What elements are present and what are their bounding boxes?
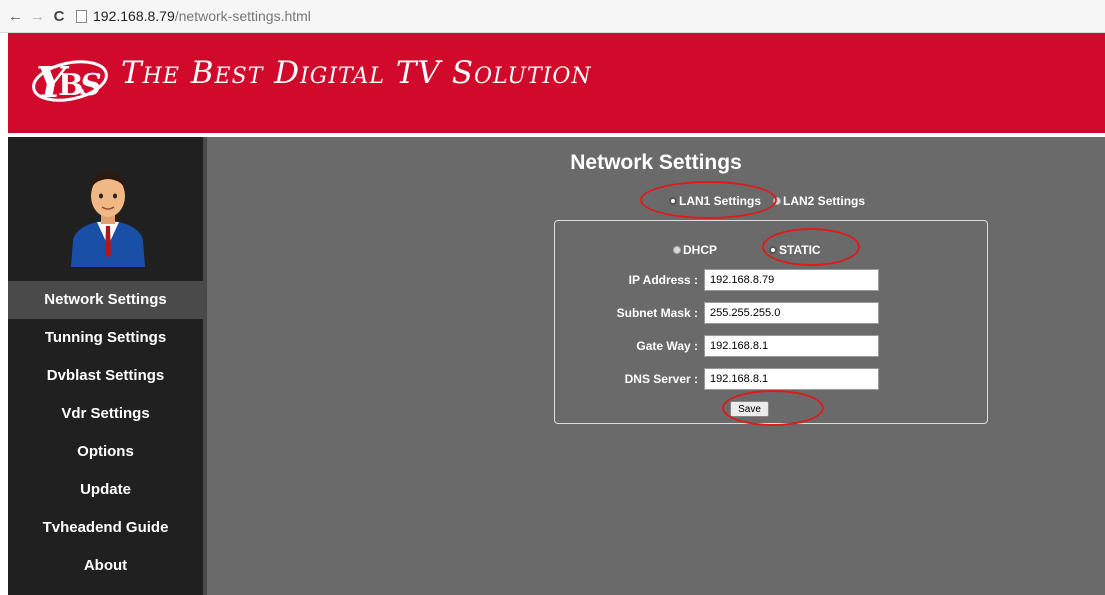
forward-arrow-icon[interactable]: → (30, 8, 45, 25)
sidebar-item-network-settings[interactable]: Network Settings (8, 281, 203, 319)
svg-text:S: S (80, 68, 102, 103)
lan1-label: LAN1 Settings (679, 194, 762, 208)
back-arrow-icon[interactable]: ← (8, 8, 23, 25)
sidebar-item-update[interactable]: Update (8, 471, 203, 509)
network-form-panel: DHCP STATIC IP Address : Subnet Mask : Ga… (554, 220, 988, 424)
sidebar-item-dvblast-settings[interactable]: Dvblast Settings (8, 357, 203, 395)
lan-selector: LAN1 Settings LAN2 Settings (669, 192, 865, 210)
user-avatar-icon (71, 171, 145, 267)
ip-address-input[interactable] (704, 269, 879, 291)
dns-server-label: DNS Server : (624, 372, 698, 386)
save-button[interactable]: Save (730, 401, 769, 417)
ip-address-label: IP Address : (628, 273, 698, 287)
radio-selected-icon (769, 246, 778, 254)
browser-toolbar: ← → C 192.168.8.79/network-settings.html (0, 0, 1105, 33)
sidebar-item-vdr-settings[interactable]: Vdr Settings (8, 395, 203, 433)
ip-mode-selector: DHCP STATIC (673, 241, 821, 259)
dhcp-radio[interactable]: DHCP (673, 243, 717, 257)
dns-server-row: DNS Server : (625, 366, 879, 392)
main-content: Network Settings LAN1 Settings LAN2 Setti… (207, 137, 1105, 595)
static-radio[interactable]: STATIC (769, 243, 821, 257)
ip-address-row: IP Address : (629, 267, 879, 293)
radio-unselected-icon (673, 246, 681, 254)
dhcp-label: DHCP (683, 243, 718, 257)
radio-unselected-icon (773, 197, 782, 205)
sidebar-item-tvheadend-guide[interactable]: Tvheadend Guide (8, 509, 203, 547)
sidebar-item-options[interactable]: Options (8, 433, 203, 471)
page-title: Network Settings (570, 151, 742, 174)
lan2-label: LAN2 Settings (783, 194, 866, 208)
dns-server-input[interactable] (704, 368, 879, 390)
lan1-radio[interactable]: LAN1 Settings (669, 194, 761, 208)
sidebar: Network Settings Tunning Settings Dvblas… (8, 137, 207, 595)
site-header: Y B S The Best Digital TV Solution (8, 33, 1105, 136)
sidebar-item-tunning-settings[interactable]: Tunning Settings (8, 319, 203, 357)
sidebar-menu: Network Settings Tunning Settings Dvblas… (8, 281, 203, 585)
static-label: STATIC (779, 243, 821, 257)
ybs-logo-icon: Y B S (32, 58, 108, 107)
radio-selected-icon (669, 197, 677, 205)
subnet-mask-row: Subnet Mask : (617, 300, 879, 326)
subnet-mask-label: Subnet Mask : (616, 306, 698, 320)
sidebar-item-about[interactable]: About (8, 547, 203, 585)
page-icon (76, 9, 87, 23)
url-host: 192.168.8.79 (93, 8, 175, 24)
lan2-radio[interactable]: LAN2 Settings (773, 194, 865, 208)
gateway-row: Gate Way : (636, 333, 879, 359)
subnet-mask-input[interactable] (704, 302, 879, 324)
url-path: /network-settings.html (174, 8, 311, 24)
gateway-input[interactable] (704, 335, 879, 357)
brand-title: The Best Digital TV Solution (121, 55, 592, 91)
gateway-label: Gate Way : (636, 339, 698, 353)
reload-icon[interactable]: C (52, 8, 66, 25)
address-bar[interactable]: 192.168.8.79/network-settings.html (93, 8, 311, 24)
